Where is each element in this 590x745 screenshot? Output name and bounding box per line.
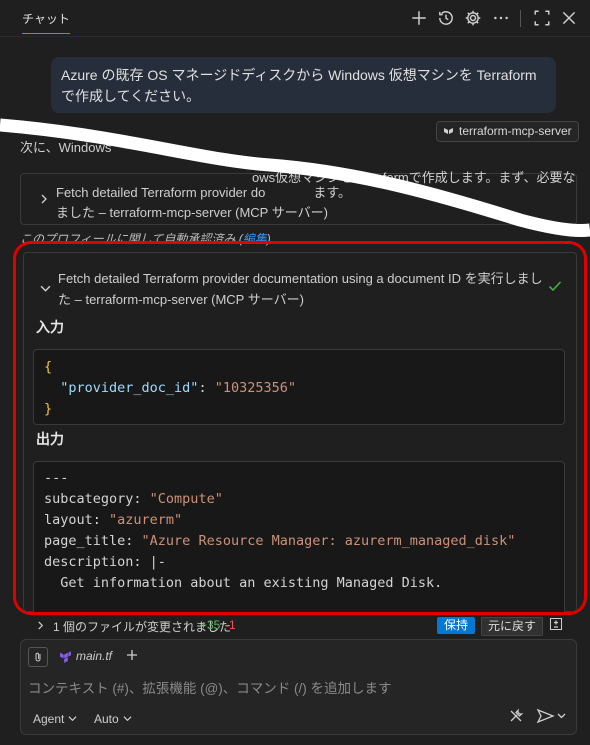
maximize-icon[interactable]	[533, 9, 551, 27]
paperclip-icon	[35, 652, 41, 662]
description-line: description: |-	[44, 554, 166, 570]
tool-call-title[interactable]: Fetch detailed Terraform provider docume…	[58, 268, 548, 310]
code-brace-open: {	[44, 359, 53, 375]
input-heading: 入力	[36, 319, 64, 335]
tool-call-card: Fetch detailed Terraform provider docume…	[23, 252, 577, 612]
tab-chat[interactable]: チャット	[22, 10, 70, 34]
page-title-key: page_title:	[44, 533, 142, 549]
chevron-down-icon[interactable]	[40, 283, 51, 294]
close-icon[interactable]	[560, 9, 578, 27]
chat-input-panel: main.tf Agent Auto	[20, 639, 577, 735]
more-icon[interactable]	[492, 9, 510, 27]
chevron-down-icon	[123, 716, 132, 722]
input-colon: :	[198, 380, 215, 396]
gear-icon[interactable]	[464, 9, 482, 27]
check-icon	[548, 281, 562, 292]
output-heading: 出力	[36, 431, 64, 447]
diff-icon[interactable]	[548, 616, 564, 632]
chat-header: チャット	[0, 0, 590, 37]
chevron-down-icon	[68, 716, 77, 722]
terraform-icon	[60, 651, 71, 663]
user-message: Azure の既存 OS マネージドディスクから Windows 仮想マシンを …	[51, 57, 556, 113]
input-code-block: { "provider_doc_id": "10325356" }	[33, 349, 565, 425]
history-icon[interactable]	[437, 9, 455, 27]
chat-input[interactable]	[28, 678, 568, 698]
highlight-frame: Fetch detailed Terraform provider docume…	[13, 241, 587, 615]
output-separator: ---	[44, 470, 69, 486]
plus-icon[interactable]	[410, 9, 428, 27]
tools-icon[interactable]	[508, 708, 524, 724]
layout-key: layout:	[44, 512, 110, 528]
context-file-name: main.tf	[76, 649, 113, 663]
input-value: "10325356"	[214, 380, 296, 396]
description-text: Get information about an existing Manage…	[44, 575, 443, 591]
subcategory-value: "Compute"	[149, 491, 223, 507]
model-label: Auto	[94, 712, 119, 726]
torn-edge-overlay	[0, 118, 590, 237]
lines-added: +35	[200, 618, 221, 632]
keep-button[interactable]: 保持	[437, 617, 476, 634]
attach-button[interactable]	[28, 647, 48, 667]
chevron-right-icon	[38, 621, 44, 630]
page-title-value: "Azure Resource Manager: azurerm_managed…	[141, 533, 516, 549]
input-key: "provider_doc_id"	[60, 380, 199, 396]
mode-label: Agent	[33, 712, 65, 726]
lines-removed: -1	[225, 618, 236, 632]
context-file-chip[interactable]: main.tf	[54, 647, 116, 665]
header-separator	[520, 10, 521, 27]
model-dropdown[interactable]: Auto	[94, 712, 132, 726]
changed-files-bar[interactable]: 1 個のファイルが変更されました +35 -1 保持 元に戻す	[20, 613, 577, 639]
mode-dropdown[interactable]: Agent	[33, 712, 77, 726]
subcategory-key: subcategory:	[44, 491, 150, 507]
send-icon[interactable]	[536, 708, 570, 724]
code-brace-close: }	[44, 401, 53, 417]
layout-value: "azurerm"	[109, 512, 183, 528]
undo-button[interactable]: 元に戻す	[481, 617, 544, 636]
add-context-icon[interactable]	[124, 647, 140, 663]
output-code-block: --- subcategory: "Compute" layout: "azur…	[33, 461, 565, 612]
